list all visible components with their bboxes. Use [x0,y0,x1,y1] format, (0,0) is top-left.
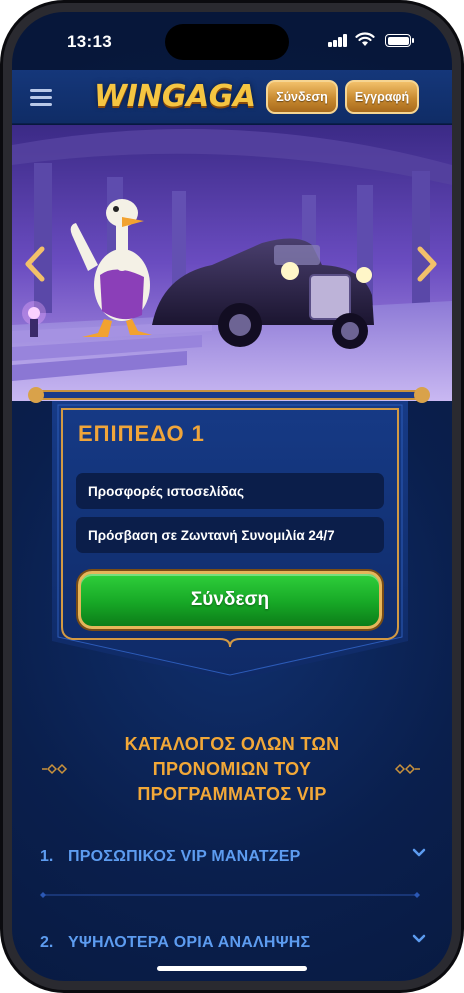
perk-item: Πρόσβαση σε Ζωντανή Συνομιλία 24/7 [76,517,384,553]
vip-title-line: ΠΡΟΝΟΜΙΩΝ ΤΟΥ [152,759,312,779]
vip-title-line: ΠΡΟΓΡΑΜΜΑΤΟΣ VIP [137,784,327,804]
cta-login-button[interactable]: Σύνδεση [78,571,382,629]
accordion-item[interactable]: 2. ΥΨΗΛΟΤΕΡΑ ΟΡΙΑ ΑΝΑΛΗΨΗΣ [40,924,426,964]
diamond-deco-icon [394,763,420,775]
chevron-right-icon[interactable] [410,245,440,283]
level-title: ΕΠΙΠΕΔΟ 1 [78,421,205,446]
site-header: WINGAGA Σύνδεση Εγγραφή [12,70,452,124]
chevron-left-icon[interactable] [22,245,52,283]
battery-icon [385,34,414,47]
accordion-label: ΠΡΟΣΩΠΙΚΟΣ VIP ΜΑΝΑΤΖΕΡ [68,848,301,865]
chevron-down-icon [412,934,426,943]
menu-icon[interactable] [30,87,54,107]
accordion-label: ΥΨΗΛΟΤΕΡΑ ΟΡΙΑ ΑΝΑΛΗΨΗΣ [68,934,311,951]
phone-frame: 13:13 WINGAGA Σύνδεση Εγγραφή ΕΠΙΠΕΔΟ 1 … [0,0,464,993]
vip-catalog-title: ΚΑΤΑΛΟΓΟΣ ΟΛΩΝ ΤΩΝ ΠΡΟΝΟΜΙΩΝ ΤΟΥ ΠΡΟΓΡΑΜ… [92,732,372,807]
accordion-item[interactable]: 1. ΠΡΟΣΩΠΙΚΟΣ VIP ΜΑΝΑΤΖΕΡ [40,838,426,878]
status-bar: 13:13 [12,12,452,70]
accordion-number: 2. [40,934,54,951]
dynamic-island [165,24,289,60]
screen: 13:13 WINGAGA Σύνδεση Εγγραφή ΕΠΙΠΕΔΟ 1 … [12,12,452,981]
banner-illustration [12,125,452,401]
signal-icon [328,34,348,47]
perk-item: Προσφορές ιστοσελίδας [76,473,384,509]
home-indicator[interactable] [157,966,307,971]
status-time: 13:13 [67,32,112,51]
promo-banner[interactable] [12,125,452,401]
site-logo[interactable]: WINGAGA [94,78,256,116]
accordion-number: 1. [40,848,54,865]
divider [40,892,420,898]
diamond-deco-icon [42,763,68,775]
register-button[interactable]: Εγγραφή [345,80,419,114]
wifi-icon [355,32,375,46]
login-button[interactable]: Σύνδεση [266,80,338,114]
chevron-down-icon [412,848,426,857]
level-card: ΕΠΙΠΕΔΟ 1 Προσφορές ιστοσελίδας Πρόσβαση… [52,401,408,681]
vip-title-line: ΚΑΤΑΛΟΓΟΣ ΟΛΩΝ ΤΩΝ [124,734,340,754]
